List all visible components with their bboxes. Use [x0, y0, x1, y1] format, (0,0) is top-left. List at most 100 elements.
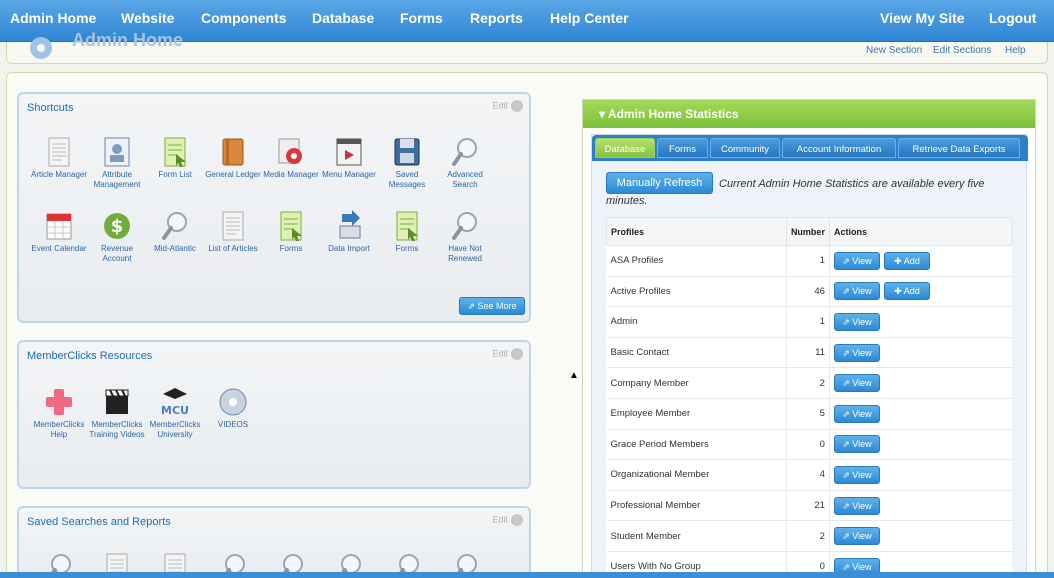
shortcut-mid-atlantic[interactable]: Mid-Atlantic	[145, 210, 205, 254]
shortcut-revenue-account[interactable]: $ Revenue Account	[87, 210, 147, 264]
view-button[interactable]: ⇗ View	[833, 435, 880, 454]
tab-database[interactable]: Database	[595, 138, 655, 158]
view-button[interactable]: ⇗ View	[833, 527, 880, 546]
bottom-bar	[0, 572, 1054, 578]
profile-count: 2	[785, 367, 830, 399]
view-button[interactable]: ⇗ View	[833, 312, 880, 331]
university-icon: MCU	[145, 386, 205, 418]
resource-videos[interactable]: VIDEOS	[203, 386, 263, 430]
table-row: Professional Member 21 ⇗ View	[606, 490, 1012, 522]
manually-refresh-button[interactable]: Manually Refresh	[606, 172, 713, 194]
nav-components[interactable]: Components	[201, 10, 287, 26]
shortcut-label: Event Calendar	[31, 244, 87, 253]
dollar-icon: $	[87, 210, 147, 242]
shortcuts-edit[interactable]: Edit	[492, 100, 523, 112]
view-button[interactable]: ⇗ View	[833, 251, 880, 270]
view-button[interactable]: ⇗ View	[833, 282, 880, 301]
profile-name: Employee Member	[606, 398, 787, 430]
shortcut-menu-manager[interactable]: Menu Manager	[319, 136, 379, 180]
stats-header[interactable]: ▾ Admin Home Statistics	[583, 100, 1035, 128]
nav-help-center[interactable]: Help Center	[550, 10, 629, 26]
form-icon	[261, 210, 321, 242]
shortcut-label: General Ledger	[205, 170, 261, 179]
profile-card-icon	[87, 136, 147, 168]
row-actions: ⇗ View	[829, 459, 1012, 491]
new-section-link[interactable]: New Section	[866, 45, 922, 56]
document-icon	[203, 210, 263, 242]
nav-database[interactable]: Database	[312, 10, 374, 26]
view-button[interactable]: ⇗ View	[833, 343, 880, 362]
saved-searches-title: Saved Searches and Reports	[27, 516, 171, 528]
nav-website[interactable]: Website	[121, 10, 174, 26]
view-button[interactable]: ⇗ View	[833, 404, 880, 423]
shortcut-saved-messages[interactable]: Saved Messages	[377, 136, 437, 190]
resource-label: MemberClicks University	[149, 420, 201, 439]
view-button[interactable]: ⇗ View	[833, 374, 880, 393]
view-label: View	[852, 255, 872, 266]
saved-searches-edit[interactable]: Edit	[492, 514, 523, 526]
shortcut-general-ledger[interactable]: General Ledger	[203, 136, 263, 180]
nav-admin-home[interactable]: Admin Home	[10, 10, 96, 26]
menu-icon	[319, 136, 379, 168]
shortcut-data-import[interactable]: Data Import	[319, 210, 379, 254]
edit-label: Edit	[492, 348, 508, 359]
shortcut-article-manager[interactable]: Article Manager	[29, 136, 89, 180]
resource-memberclicks-university[interactable]: MCU MemberClicks University	[145, 386, 205, 440]
view-label: View	[852, 469, 872, 480]
shortcut-label: Form List	[158, 170, 192, 179]
table-row: Basic Contact 11 ⇗ View	[606, 337, 1012, 369]
view-button[interactable]: ⇗ View	[833, 496, 880, 515]
shortcut-forms[interactable]: Forms	[261, 210, 321, 254]
nav-reports[interactable]: Reports	[470, 10, 523, 26]
gear-logo-icon	[30, 37, 52, 59]
see-more-button[interactable]: ⇗ See More	[459, 297, 525, 315]
tab-retrieve-data-exports[interactable]: Retrieve Data Exports	[898, 138, 1020, 158]
shortcut-label: Menu Manager	[322, 170, 376, 179]
table-row: Organizational Member 4 ⇗ View	[606, 459, 1012, 491]
see-more-label: See More	[477, 301, 517, 311]
profile-name: Grace Period Members	[606, 429, 787, 461]
external-link-icon: ⇗	[842, 408, 853, 419]
col-actions: Actions	[828, 217, 1013, 246]
edit-sections-link[interactable]: Edit Sections	[933, 45, 991, 56]
resources-title: MemberClicks Resources	[27, 350, 153, 362]
nav-forms[interactable]: Forms	[400, 10, 443, 26]
profile-count: 0	[785, 429, 830, 461]
add-button[interactable]: ✚ Add	[883, 251, 930, 270]
plus-icon: ✚	[894, 255, 904, 266]
tab-community[interactable]: Community	[710, 138, 780, 158]
shortcut-list-of-articles[interactable]: List of Articles	[203, 210, 263, 254]
resource-memberclicks-help[interactable]: MemberClicks Help	[29, 386, 89, 440]
tab-account-information[interactable]: Account Information	[782, 138, 896, 158]
shortcut-have-not-renewed[interactable]: Have Not Renewed	[435, 210, 495, 264]
gear-icon	[511, 514, 523, 526]
shortcut-forms[interactable]: Forms	[377, 210, 437, 254]
nav-view-my-site[interactable]: View My Site	[880, 10, 965, 26]
resource-memberclicks-training-videos[interactable]: MemberClicks Training Videos	[87, 386, 147, 440]
view-label: View	[852, 500, 872, 511]
shortcut-event-calendar[interactable]: Event Calendar	[29, 210, 89, 254]
profile-name: Organizational Member	[606, 459, 787, 491]
table-row: ASA Profiles 1 ⇗ View ✚ Add	[606, 245, 1012, 277]
calendar-icon	[29, 210, 89, 242]
add-label: Add	[903, 255, 920, 266]
shortcut-label: Media Manager	[263, 170, 319, 179]
add-button[interactable]: ✚ Add	[883, 282, 930, 301]
row-actions: ⇗ View	[829, 490, 1012, 522]
external-link-icon: ⇗	[842, 531, 853, 542]
resources-edit[interactable]: Edit	[492, 348, 523, 360]
nav-logout[interactable]: Logout	[989, 10, 1036, 26]
help-cross-icon	[29, 386, 89, 418]
shortcut-advanced-search[interactable]: Advanced Search	[435, 136, 495, 190]
shortcut-form-list[interactable]: Form List	[145, 136, 205, 180]
external-link-icon: ⇗	[842, 469, 853, 480]
view-button[interactable]: ⇗ View	[833, 465, 880, 484]
shortcut-label: Forms	[279, 244, 303, 253]
add-label: Add	[903, 286, 920, 297]
tab-forms[interactable]: Forms	[657, 138, 708, 158]
shortcut-attribute-management[interactable]: Attribute Management	[87, 136, 147, 190]
magnifier-icon	[435, 210, 495, 242]
saved-searches-panel: Saved Searches and Reports Edit	[17, 506, 531, 578]
help-link[interactable]: Help	[1005, 45, 1026, 56]
shortcut-media-manager[interactable]: Media Manager	[261, 136, 321, 180]
